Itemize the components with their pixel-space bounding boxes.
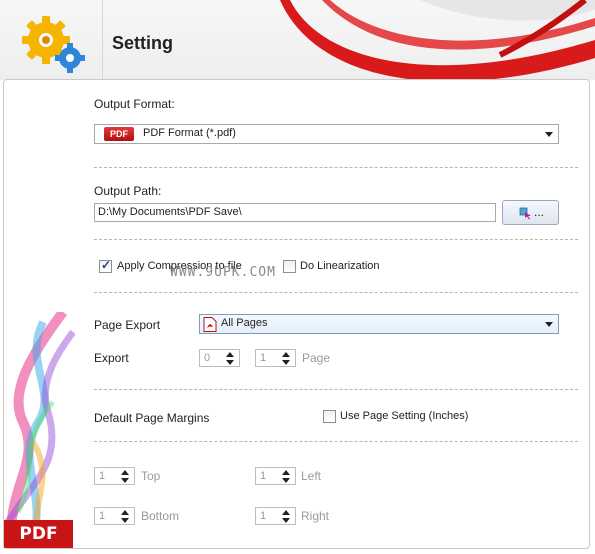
use-page-setting-checkbox[interactable] xyxy=(323,410,336,423)
section-divider xyxy=(94,167,578,168)
export-from-stepper[interactable]: 0 xyxy=(199,349,240,367)
spin-down-icon[interactable] xyxy=(282,478,290,483)
browse-button-label: ... xyxy=(534,205,545,219)
pdf-doc-icon xyxy=(203,317,217,332)
margin-left-label: Left xyxy=(301,469,322,483)
browse-button[interactable]: ... xyxy=(502,200,559,225)
margin-right-value: 1 xyxy=(260,510,267,522)
margin-right-label: Right xyxy=(301,509,330,523)
export-from-value: 0 xyxy=(204,352,211,364)
spin-up-icon[interactable] xyxy=(121,470,129,475)
spin-down-icon[interactable] xyxy=(121,518,129,523)
spin-up-icon[interactable] xyxy=(282,510,290,515)
margin-right-stepper[interactable]: 1 xyxy=(255,507,296,525)
section-divider xyxy=(94,441,578,442)
watermark-text: WWW.9UPK.COM xyxy=(170,265,276,280)
use-page-setting-label: Use Page Setting (Inches) xyxy=(340,410,469,422)
spin-up-icon[interactable] xyxy=(226,352,234,357)
spin-down-icon[interactable] xyxy=(282,360,290,365)
window-header: Setting xyxy=(0,0,595,80)
spin-up-icon[interactable] xyxy=(282,352,290,357)
output-format-select[interactable]: PDF PDF Format (*.pdf) xyxy=(94,124,559,144)
section-divider xyxy=(94,292,578,293)
pdf-badge: PDF xyxy=(4,520,73,548)
gears-icon xyxy=(20,12,86,74)
color-smoke-decoration xyxy=(5,312,75,548)
apply-compression-checkbox[interactable]: ✓ xyxy=(99,258,112,273)
spin-up-icon[interactable] xyxy=(121,510,129,515)
page-title: Setting xyxy=(112,33,173,53)
page-unit-label: Page xyxy=(302,351,331,365)
do-linearization-label: Do Linearization xyxy=(300,260,380,272)
export-label: Export xyxy=(94,351,129,365)
do-linearization-checkbox[interactable] xyxy=(283,260,296,273)
spin-down-icon[interactable] xyxy=(121,478,129,483)
margin-top-value: 1 xyxy=(99,470,106,482)
margin-top-label: Top xyxy=(141,469,161,483)
default-margins-label: Default Page Margins xyxy=(94,411,210,425)
chevron-down-icon xyxy=(545,322,553,327)
page-export-select[interactable]: All Pages xyxy=(199,314,559,334)
margin-left-value: 1 xyxy=(260,470,267,482)
margin-top-stepper[interactable]: 1 xyxy=(94,467,135,485)
checkmark-icon: ✓ xyxy=(101,258,112,272)
page-export-label: Page Export xyxy=(94,318,161,332)
section-divider xyxy=(94,389,578,390)
margin-bottom-stepper[interactable]: 1 xyxy=(94,507,135,525)
margin-bottom-value: 1 xyxy=(99,510,106,522)
section-divider xyxy=(94,239,578,240)
margin-bottom-label: Bottom xyxy=(141,509,180,523)
spin-down-icon[interactable] xyxy=(226,360,234,365)
output-format-label: Output Format: xyxy=(94,97,175,111)
page-export-value: All Pages xyxy=(221,317,268,329)
export-to-stepper[interactable]: 1 xyxy=(255,349,296,367)
folder-browse-icon xyxy=(519,207,531,220)
pdf-format-icon: PDF xyxy=(104,127,134,141)
export-to-value: 1 xyxy=(260,352,267,364)
spin-up-icon[interactable] xyxy=(282,470,290,475)
margin-left-stepper[interactable]: 1 xyxy=(255,467,296,485)
red-swoosh-decoration xyxy=(280,0,595,80)
chevron-down-icon xyxy=(545,132,553,137)
spin-down-icon[interactable] xyxy=(282,518,290,523)
output-path-input[interactable]: D:\My Documents\PDF Save\ xyxy=(94,203,496,222)
output-path-label: Output Path: xyxy=(94,184,162,198)
output-format-value: PDF Format (*.pdf) xyxy=(143,127,236,139)
header-divider xyxy=(102,0,103,80)
